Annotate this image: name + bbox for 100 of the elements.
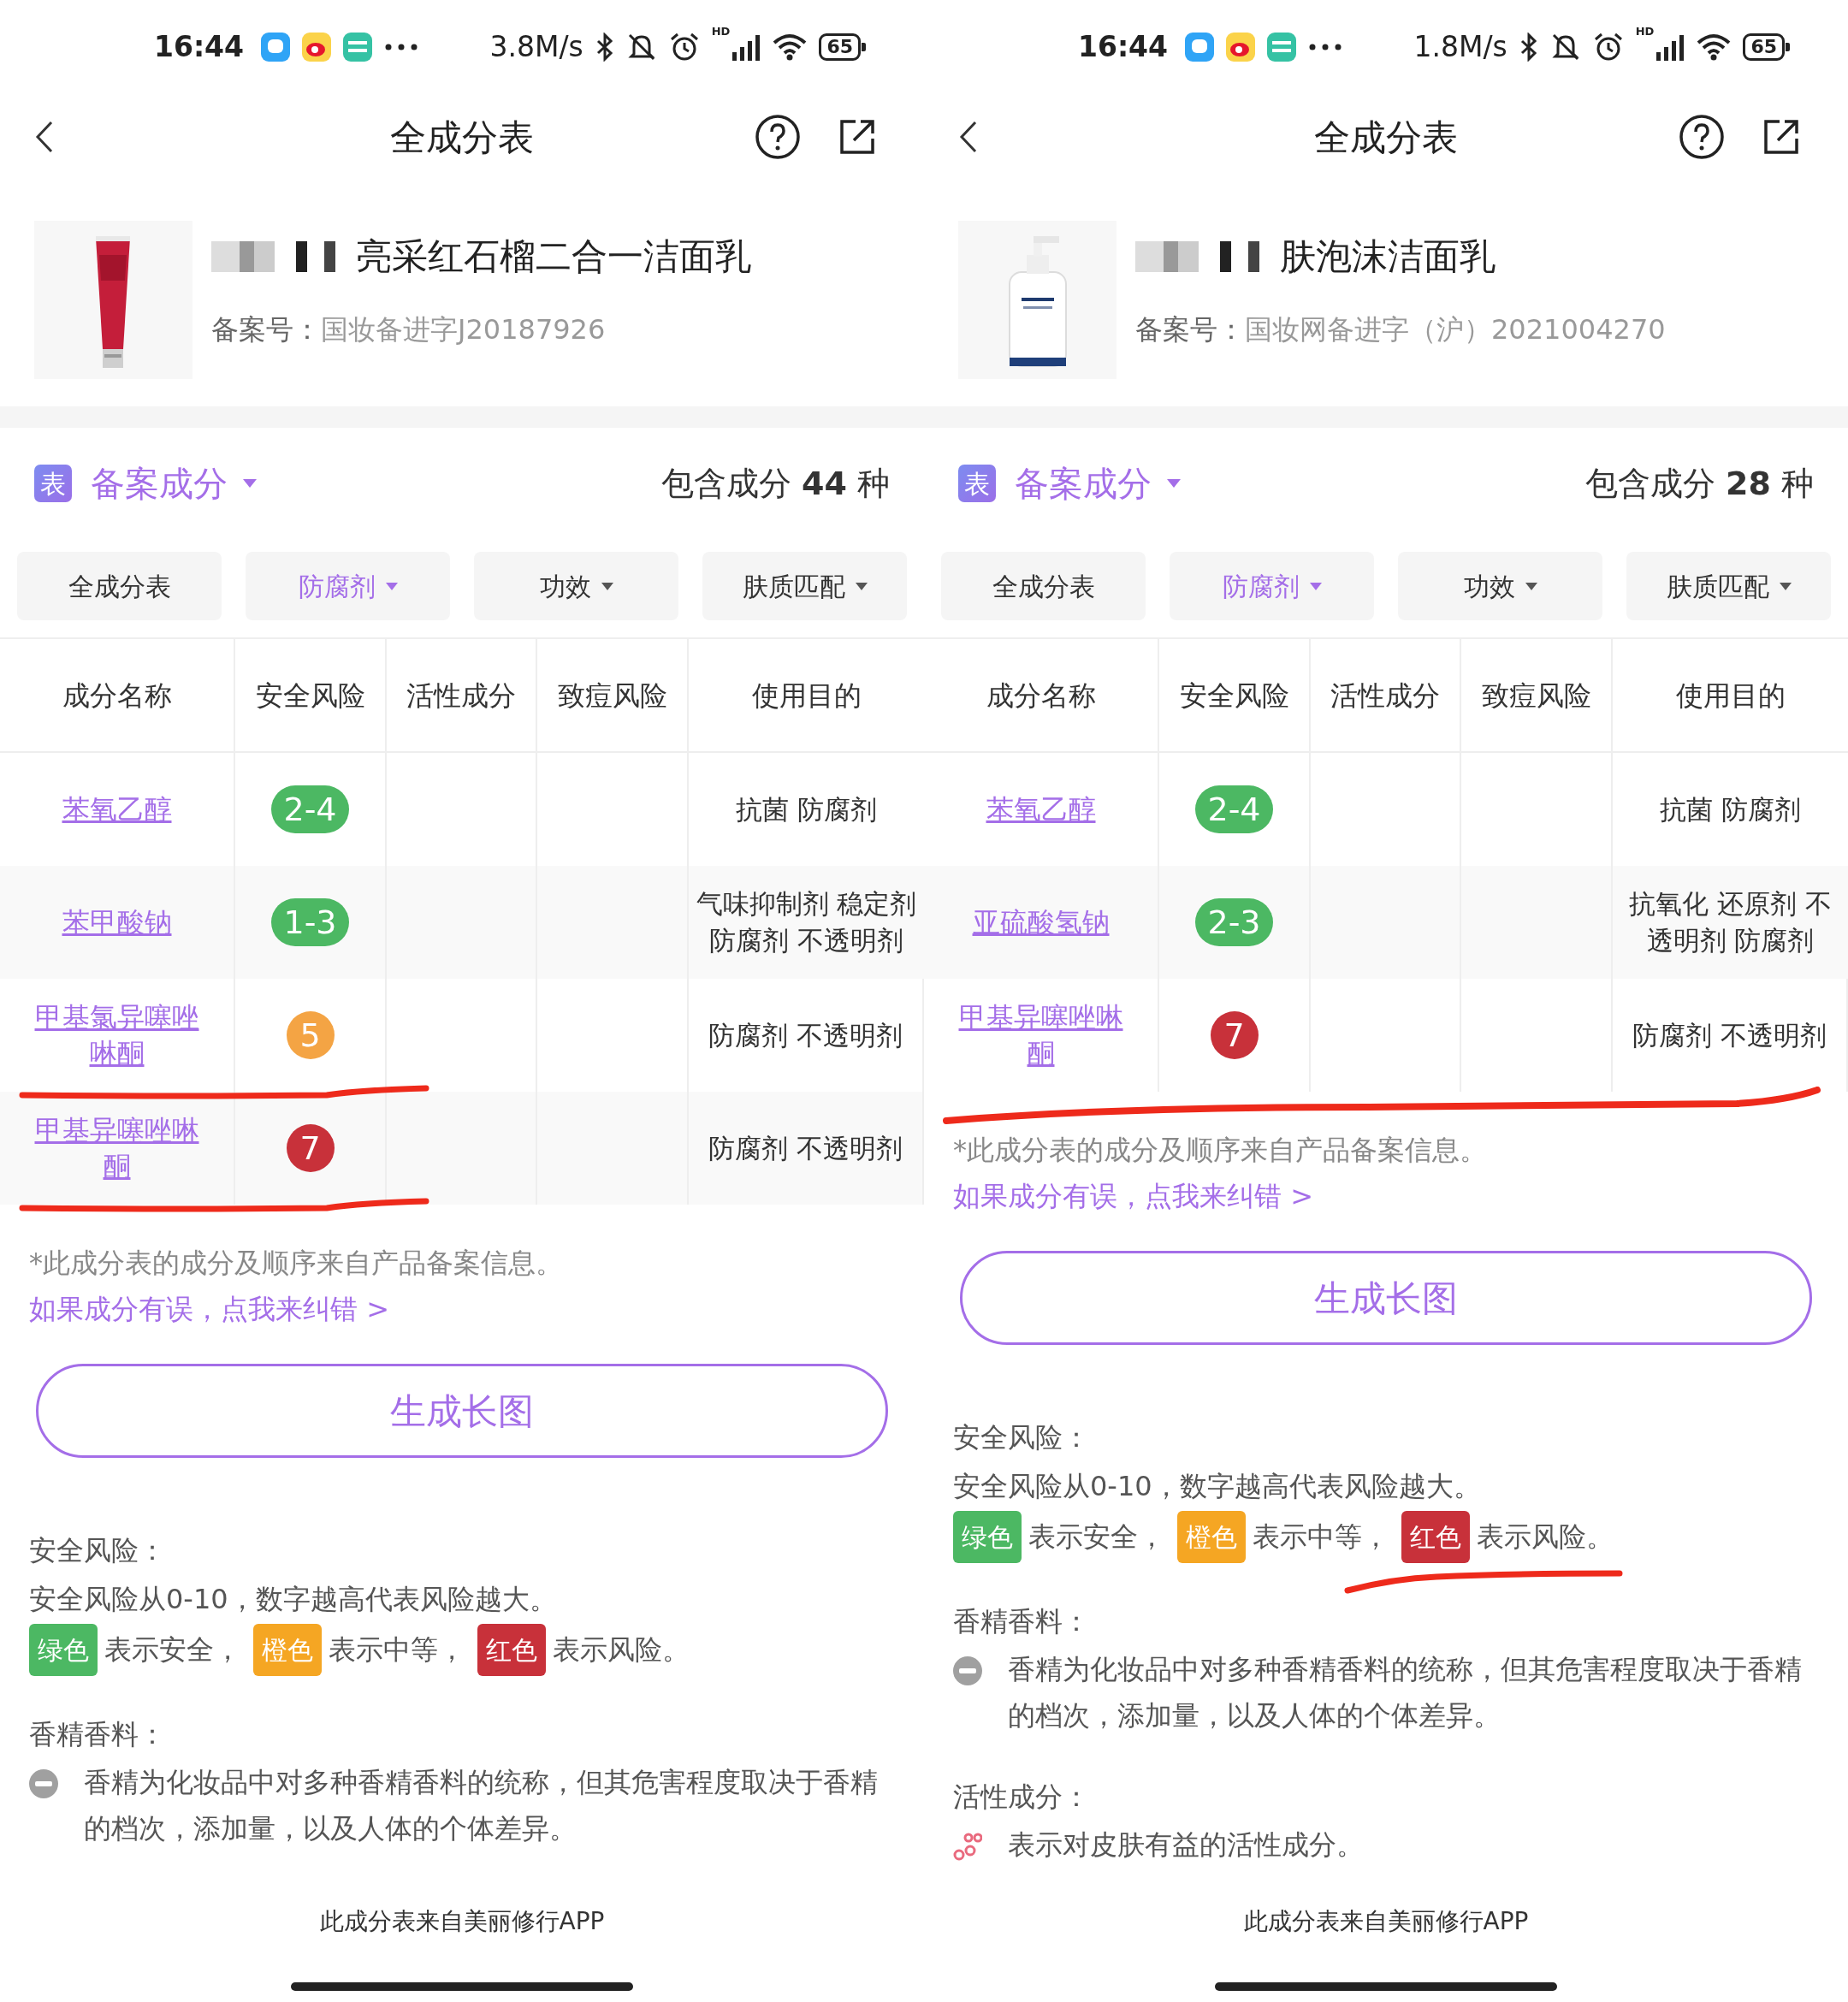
legend-text: 表示风险。: [1477, 1519, 1614, 1555]
wifi-icon: [1697, 33, 1732, 61]
minus-circle-icon: [29, 1769, 58, 1798]
ingredient-link[interactable]: 甲基氯异噻唑啉酮: [0, 999, 234, 1071]
filing-label: 备案号：: [1135, 313, 1245, 346]
battery-indicator: 65: [819, 33, 866, 61]
ingredient-count: 包含成分 28 种: [1584, 463, 1814, 504]
legend-heading: 香精香料：: [29, 1717, 167, 1752]
bluetooth-icon: [1519, 33, 1538, 62]
ingredient-link[interactable]: 亚硫酸氢钠: [942, 904, 1140, 940]
legend-heading: 香精香料：: [953, 1604, 1091, 1639]
color-tag: 绿色: [953, 1511, 1022, 1563]
legend-text: 表示中等，: [329, 1632, 465, 1667]
page-title: 全成分表: [1314, 115, 1458, 160]
filter-tab[interactable]: 功效: [1398, 552, 1602, 620]
legend-text: 表示安全，: [104, 1632, 241, 1667]
signal-icon: [1656, 33, 1685, 61]
color-tag: 橙色: [1177, 1511, 1246, 1563]
generate-image-button[interactable]: 生成长图: [960, 1251, 1812, 1345]
legend-heading: 安全风险：: [953, 1420, 1091, 1455]
filter-tab[interactable]: 功效: [474, 552, 678, 620]
back-icon[interactable]: [958, 120, 979, 154]
ingredient-link[interactable]: 苯甲酸钠: [32, 904, 202, 940]
ingredient-link[interactable]: 甲基异噻唑啉酮: [924, 999, 1158, 1071]
correction-link[interactable]: 如果成分有误，点我来纠错 >: [953, 1172, 1313, 1221]
legend-text: 表示中等，: [1253, 1519, 1389, 1555]
alarm-icon: [668, 32, 700, 62]
help-icon[interactable]: [755, 114, 801, 160]
ingredient-link[interactable]: 苯氧乙醇: [956, 791, 1126, 827]
alarm-icon: [1592, 32, 1624, 62]
mute-icon: [1549, 32, 1581, 62]
legend-text: 香精为化妆品中对多种香精香料的统称，但其危害程度取决于香精的档次，添加量，以及人体的个体差异。: [84, 1765, 879, 1846]
filing-number: 国妆备进字J20187926: [321, 313, 606, 346]
legend-text: 香精为化妆品中对多种香精香料的统称，但其危害程度取决于香精的档次，添加量，以及人体的个体差异。: [1008, 1652, 1803, 1733]
product-name: 肤泡沫洁面乳: [1280, 234, 1496, 279]
risk-badge: 2-4: [271, 785, 349, 833]
generate-image-button[interactable]: 生成长图: [36, 1364, 888, 1458]
footer-text: 此成分表来自美丽修行APP: [1243, 1906, 1529, 1937]
column-header: 成分名称: [924, 639, 1159, 753]
app-icon: [261, 33, 291, 62]
column-header: 安全风险: [1159, 639, 1311, 753]
column-header: 成分名称: [0, 639, 235, 753]
color-tag: 绿色: [29, 1624, 98, 1676]
back-icon[interactable]: [34, 120, 55, 154]
clock-time: 16:44: [154, 29, 245, 66]
risk-badge: 7: [1210, 1011, 1259, 1059]
wifi-icon: [773, 33, 808, 61]
filter-tab[interactable]: 肤质匹配: [1626, 552, 1831, 620]
column-header: 致痘风险: [1461, 639, 1613, 753]
ingredient-link[interactable]: 苯氧乙醇: [32, 791, 202, 827]
filing-label: 备案号：: [211, 313, 321, 346]
legend-heading: 活性成分：: [953, 1780, 1091, 1815]
usage-text: 防腐剂 不透明剂: [1632, 1018, 1827, 1052]
filter-tab[interactable]: 防腐剂: [1170, 552, 1374, 620]
footer-text: 此成分表来自美丽修行APP: [319, 1906, 605, 1937]
risk-badge: 2-4: [1195, 785, 1273, 833]
clock-time: 16:44: [1078, 29, 1169, 66]
legend-text: 安全风险从0-10，数字越高代表风险越大。: [29, 1582, 558, 1617]
legend-text: 表示对皮肤有益的活性成分。: [1008, 1827, 1364, 1863]
app-icon: [1185, 33, 1215, 62]
usage-text: 防腐剂 不透明剂: [708, 1131, 903, 1165]
color-tag: 红色: [477, 1624, 546, 1676]
signal-icon: [732, 33, 761, 61]
app-icon: [302, 33, 332, 62]
battery-indicator: 65: [1743, 33, 1790, 61]
correction-link[interactable]: 如果成分有误，点我来纠错 >: [29, 1285, 389, 1334]
color-tag: 橙色: [253, 1624, 322, 1676]
app-icon: [1267, 33, 1297, 62]
column-header: 使用目的: [1613, 639, 1848, 753]
column-header: 安全风险: [235, 639, 387, 753]
app-icon: [343, 33, 373, 62]
ingredient-link[interactable]: 甲基异噻唑啉酮: [0, 1112, 234, 1184]
product-name: 亮采红石榴二合一洁面乳: [356, 234, 751, 279]
network-speed: 1.8M/s: [1413, 29, 1507, 66]
network-type: HD: [711, 26, 731, 37]
usage-text: 防腐剂 不透明剂: [708, 1018, 903, 1052]
filter-tab[interactable]: 防腐剂: [246, 552, 450, 620]
network-speed: 3.8M/s: [489, 29, 583, 66]
filter-tab[interactable]: 肤质匹配: [702, 552, 907, 620]
ingredient-count: 包含成分 44 种: [660, 463, 890, 504]
app-icon: [1226, 33, 1256, 62]
filing-number: 国妆网备进字（沪）2021004270: [1245, 313, 1666, 346]
mute-icon: [625, 32, 657, 62]
usage-text: 抗氧化 还原剂 不透明剂 防腐剂: [1628, 887, 1833, 957]
legend-text: 表示风险。: [553, 1632, 690, 1667]
filter-tab[interactable]: 全成分表: [17, 552, 222, 620]
legend-text: 安全风险从0-10，数字越高代表风险越大。: [953, 1469, 1482, 1504]
more-icon: [384, 43, 419, 51]
column-header: 致痘风险: [537, 639, 689, 753]
filter-tab[interactable]: 全成分表: [941, 552, 1146, 620]
source-note: *此成分表的成分及顺序来自产品备案信息。: [953, 1133, 1488, 1168]
molecule-icon: [953, 1832, 982, 1861]
column-header: 活性成分: [387, 639, 537, 753]
column-header: 活性成分: [1311, 639, 1461, 753]
help-icon[interactable]: [1679, 114, 1725, 160]
table-badge-icon: 表: [958, 465, 996, 502]
section-dropdown[interactable]: 备案成分: [1015, 458, 1181, 509]
section-dropdown[interactable]: 备案成分: [91, 458, 257, 509]
table-badge-icon: 表: [34, 465, 72, 502]
source-note: *此成分表的成分及顺序来自产品备案信息。: [29, 1246, 564, 1281]
